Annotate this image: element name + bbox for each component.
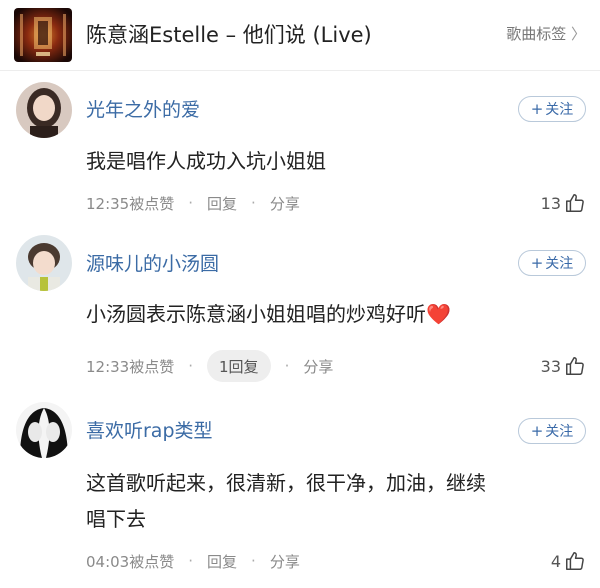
song-header: 陈意涵Estelle – 他们说 (Live) 歌曲标签 〉 — [0, 0, 600, 71]
follow-label: 关注 — [545, 424, 574, 440]
heart-icon: ❤️ — [426, 302, 451, 326]
comment-meta: 12:33被点赞 · 1回复 · 分享 33 — [86, 349, 586, 383]
follow-button[interactable]: + 关注 — [518, 96, 586, 122]
like-button[interactable]: 13 — [541, 186, 586, 220]
comment-text: 这首歌听起来，很清新，很干净，加油，继续 唱下去 — [86, 465, 576, 537]
reply-button[interactable]: 回复 — [207, 551, 237, 572]
avatar[interactable] — [16, 235, 72, 291]
plus-icon: + — [530, 100, 544, 118]
thumbs-up-icon — [566, 552, 584, 570]
share-button[interactable]: 分享 — [270, 193, 300, 214]
follow-button[interactable]: + 关注 — [518, 418, 586, 444]
song-tags-link[interactable]: 歌曲标签 〉 — [506, 23, 586, 44]
comment-username[interactable]: 喜欢听rap类型 — [86, 416, 213, 443]
song-title: 陈意涵Estelle – 他们说 (Live) — [86, 23, 372, 47]
comment-time: 12:35被点赞 — [86, 194, 175, 213]
like-count: 4 — [550, 551, 561, 571]
plus-icon: + — [530, 422, 544, 440]
comment-time: 04:03被点赞 — [86, 552, 175, 571]
avatar[interactable] — [16, 402, 72, 458]
comment-text-line: 这首歌听起来，很清新，很干净，加油，继续 — [86, 471, 486, 495]
share-button[interactable]: 分享 — [270, 551, 300, 572]
comment-text: 小汤圆表示陈意涵小姐姐唱的炒鸡好听❤️ — [86, 296, 576, 332]
follow-button[interactable]: + 关注 — [518, 250, 586, 276]
reply-button[interactable]: 回复 — [207, 193, 237, 214]
comment-text: 我是唱作人成功入坑小姐姐 — [86, 149, 326, 173]
like-count: 13 — [540, 193, 561, 213]
thumbs-up-icon — [566, 194, 584, 212]
plus-icon: + — [530, 254, 544, 272]
song-tags-label: 歌曲标签 — [506, 25, 567, 43]
follow-label: 关注 — [545, 256, 574, 272]
reply-button[interactable]: 1回复 — [207, 350, 271, 382]
avatar[interactable] — [16, 82, 72, 138]
album-cover-icon[interactable] — [14, 8, 72, 62]
comment-text-body: 小汤圆表示陈意涵小姐姐唱的炒鸡好听 — [86, 302, 426, 326]
like-button[interactable]: 33 — [541, 349, 586, 383]
share-button[interactable]: 分享 — [303, 356, 333, 377]
follow-label: 关注 — [545, 102, 574, 118]
comment-text-line: 唱下去 — [86, 507, 146, 531]
like-button[interactable]: 4 — [551, 544, 586, 578]
comment-time: 12:33被点赞 — [86, 357, 175, 376]
thumbs-up-icon — [566, 357, 584, 375]
comment-meta: 12:35被点赞 · 回复 · 分享 13 — [86, 186, 586, 220]
chevron-right-icon: 〉 — [570, 25, 586, 43]
comment-username[interactable]: 源味儿的小汤圆 — [86, 249, 219, 276]
comment-username[interactable]: 光年之外的爱 — [86, 95, 200, 122]
like-count: 33 — [540, 356, 561, 376]
comment-meta: 04:03被点赞 · 回复 · 分享 4 — [86, 544, 586, 578]
